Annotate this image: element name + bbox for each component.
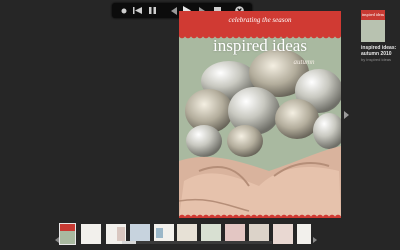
magazine-cover[interactable]: celebrating the season inspired ideas au…	[179, 11, 341, 218]
issue-info-panel: inspired ideas inspired ideas: autumn 20…	[361, 10, 399, 62]
record-dot-icon[interactable]	[118, 5, 129, 16]
skip-back-icon[interactable]	[132, 5, 143, 16]
next-page-icon[interactable]	[342, 108, 350, 122]
thumbnail-spread[interactable]	[297, 224, 311, 244]
cover-kicker: celebrating the season	[228, 16, 292, 24]
issue-thumbnail[interactable]: inspired ideas	[361, 10, 385, 42]
strip-next-icon[interactable]	[313, 230, 317, 248]
footer-scallop	[179, 212, 341, 218]
strip-prev-icon[interactable]	[55, 230, 59, 248]
cover-season: autumn	[293, 58, 315, 66]
cover-title: inspired ideas	[213, 36, 307, 55]
issue-title[interactable]: inspired ideas: autumn 2010	[361, 45, 399, 57]
thumbnail-spread[interactable]	[81, 224, 101, 244]
thumbnail-spread[interactable]	[273, 224, 293, 244]
pause-icon[interactable]	[147, 5, 158, 16]
scrollbar-thumb[interactable]	[122, 241, 136, 244]
issue-byline: by inspired ideas	[361, 57, 392, 62]
thumbnail-cover[interactable]	[59, 223, 76, 245]
previous-icon[interactable]	[168, 5, 179, 16]
issue-thumbnail-title: inspired ideas	[361, 12, 385, 17]
thumbnail-scrollbar[interactable]	[122, 241, 272, 244]
